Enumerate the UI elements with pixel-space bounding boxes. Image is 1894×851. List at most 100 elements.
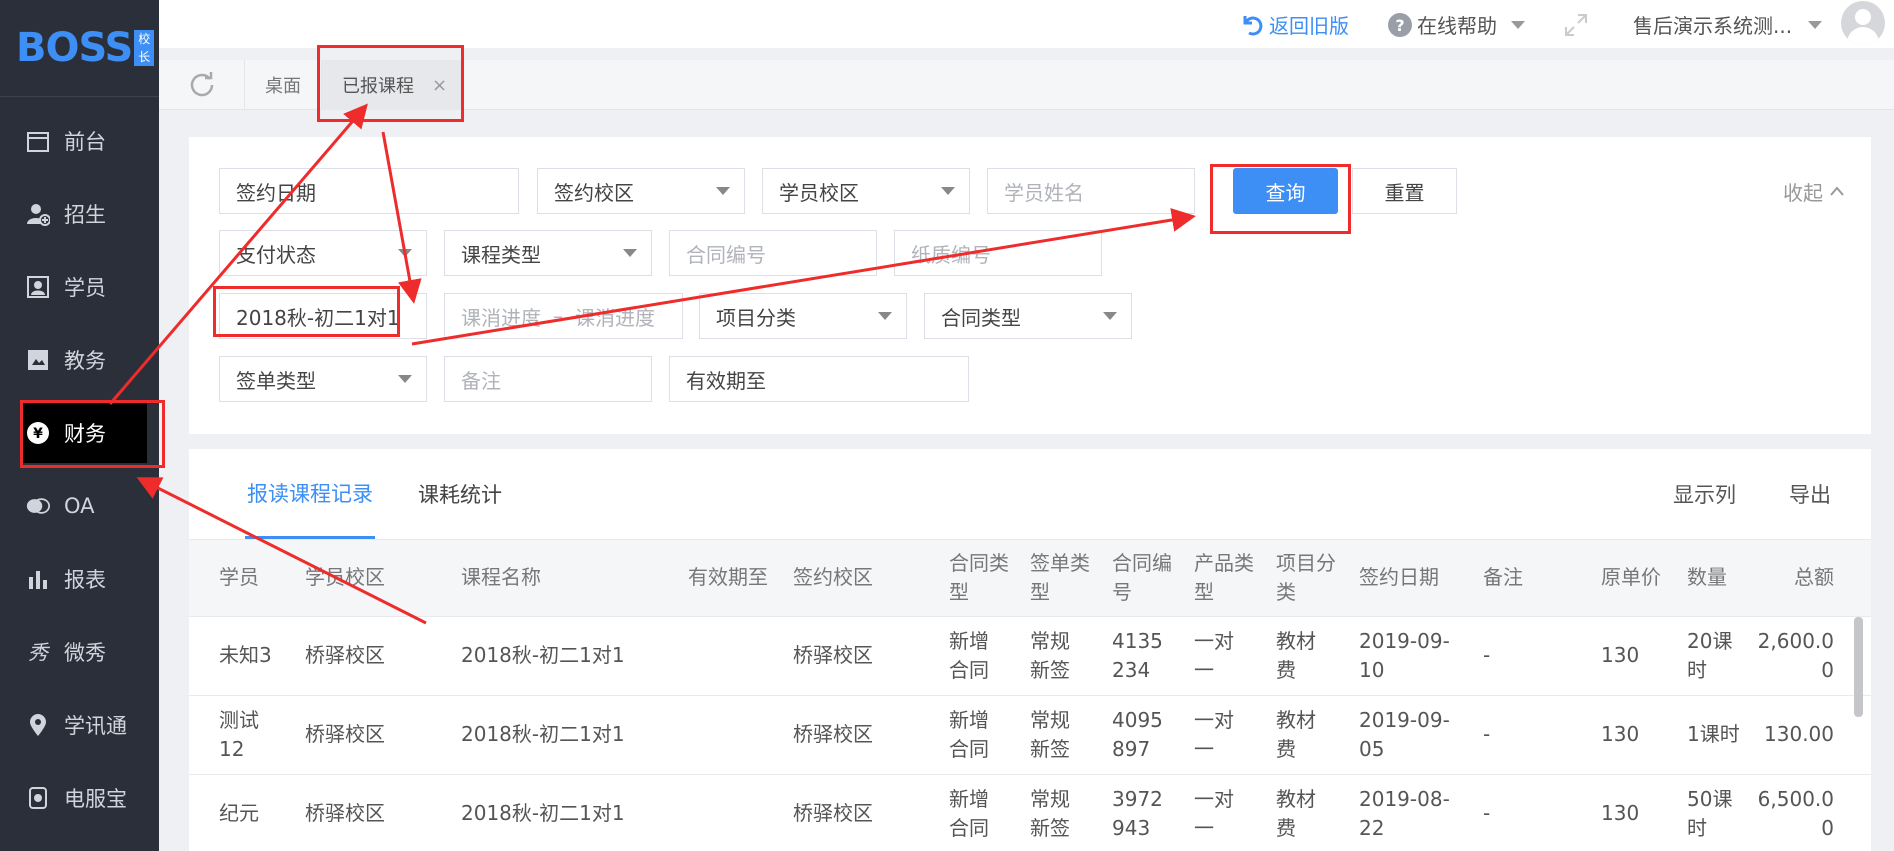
course-type-label: 课程类型	[461, 242, 541, 267]
sign-campus-select[interactable]: 签约校区	[537, 168, 745, 214]
account-menu[interactable]: 售后演示系统测...	[1633, 10, 1823, 39]
column-header[interactable]: 产品类 型	[1194, 549, 1264, 607]
table-cell: 常规 新签	[1030, 787, 1070, 840]
sign-date-picker[interactable]: 签约日期	[219, 168, 519, 214]
table-cell: -	[1483, 643, 1491, 667]
annotation-box-course-name	[213, 286, 400, 337]
table-row[interactable]: 测试 12 桥驿校区 2018秋-初二1对1 桥驿校区 新增 合同 常规 新签 4095 8…	[189, 696, 1871, 775]
filter-panel: 签约日期 签约校区 学员校区 学员姓名 查询 重置 收起 支付状态 课程类型 合…	[189, 137, 1871, 434]
sidebar-item-5[interactable]: OA	[0, 476, 159, 536]
student-campus-select[interactable]: 学员校区	[762, 168, 970, 214]
export-button[interactable]: 导出	[1789, 449, 1831, 539]
column-header[interactable]: 数量	[1687, 563, 1757, 592]
sidebar-item-7[interactable]: 秀微秀	[0, 622, 159, 682]
calendar-icon	[26, 129, 50, 153]
column-header[interactable]: 课程名称	[461, 563, 661, 592]
project-category-select[interactable]: 项目分类	[699, 293, 907, 339]
column-header[interactable]: 有效期至	[688, 563, 788, 592]
table-row[interactable]: 未知3 桥驿校区 2018秋-初二1对1 桥驿校区 新增 合同 常规 新签 4135 234…	[189, 617, 1871, 696]
xiu-icon: 秀	[26, 640, 50, 664]
table-cell: -	[1483, 722, 1491, 746]
valid-until-label: 有效期至	[686, 368, 766, 393]
chevron-down-icon	[1808, 20, 1823, 29]
fullscreen-button[interactable]	[1563, 12, 1589, 38]
table-cell: 桥驿校区	[305, 722, 385, 746]
bar-chart-icon	[26, 567, 50, 591]
course-type-select[interactable]: 课程类型	[444, 230, 652, 276]
app-logo[interactable]: BOSS 校长	[0, 0, 159, 97]
back-old-version-link[interactable]: 返回旧版	[1239, 10, 1349, 39]
paper-no-placeholder: 纸质编号	[911, 242, 991, 267]
table-cell: 2019-08- 22	[1359, 787, 1450, 840]
column-header[interactable]: 项目分 类	[1276, 549, 1346, 607]
column-header[interactable]: 签约校区	[793, 563, 923, 592]
table-cell: 一对 一	[1194, 708, 1234, 761]
table-cell: 130.00	[1764, 722, 1834, 746]
book-icon	[26, 348, 50, 372]
tab-desktop[interactable]: 桌面	[245, 60, 322, 110]
chevron-down-icon	[1511, 20, 1525, 29]
column-header[interactable]: 签单类 型	[1030, 549, 1100, 607]
table-cell: 20课 时	[1687, 629, 1733, 682]
location-icon	[26, 713, 50, 737]
table-cell: 新增 合同	[949, 708, 989, 761]
tab-consumption-stats[interactable]: 课耗统计	[418, 449, 502, 539]
top-bar: 返回旧版 ? 在线帮助 售后演示系统测...	[159, 0, 1894, 48]
column-header[interactable]: 学员	[219, 563, 289, 592]
paper-no-input[interactable]: 纸质编号	[894, 230, 1102, 276]
annotation-box-query	[1210, 164, 1351, 234]
chevron-down-icon	[878, 312, 892, 320]
sidebar-item-1[interactable]: 招生	[0, 184, 159, 244]
table-row[interactable]: 纪元 桥驿校区 2018秋-初二1对1 桥驿校区 新增 合同 常规 新签 3972 943 一…	[189, 775, 1871, 851]
student-name-input[interactable]: 学员姓名	[987, 168, 1195, 214]
tab-enrollment-records[interactable]: 报读课程记录	[245, 449, 375, 539]
contract-no-placeholder: 合同编号	[686, 242, 766, 267]
sign-date-label: 签约日期	[236, 180, 316, 205]
sidebar-item-8[interactable]: 学讯通	[0, 695, 159, 755]
column-header[interactable]: 签约日期	[1359, 563, 1479, 592]
sign-type-select[interactable]: 签单类型	[219, 356, 427, 402]
remark-input[interactable]: 备注	[444, 356, 652, 402]
sidebar-item-0[interactable]: 前台	[0, 111, 159, 171]
pay-status-select[interactable]: 支付状态	[219, 230, 427, 276]
sign-campus-label: 签约校区	[554, 180, 634, 205]
column-header[interactable]: 原单价	[1601, 563, 1661, 592]
undo-icon	[1243, 15, 1263, 35]
table-cell: 桥驿校区	[793, 801, 873, 825]
table-cell: 3972 943	[1112, 787, 1163, 840]
column-header[interactable]: 备注	[1483, 563, 1543, 592]
reset-label: 重置	[1384, 180, 1425, 205]
phone-icon	[26, 786, 50, 810]
progress-range-input[interactable]: 课消进度 – 课消进度	[444, 293, 683, 339]
reset-button[interactable]: 重置	[1352, 168, 1457, 214]
avatar[interactable]	[1841, 1, 1885, 45]
sidebar-item-3[interactable]: 教务	[0, 330, 159, 390]
tab-enrollment-records-label: 报读课程记录	[247, 481, 373, 506]
sidebar-item-9[interactable]: 电服宝	[0, 768, 159, 828]
table-cell: 2,600.0 0	[1757, 629, 1834, 682]
vertical-scrollbar[interactable]	[1854, 617, 1863, 717]
contract-no-input[interactable]: 合同编号	[669, 230, 877, 276]
table-cell: 常规 新签	[1030, 629, 1070, 682]
column-header[interactable]: 合同类 型	[949, 549, 1019, 607]
online-help-menu[interactable]: ? 在线帮助	[1387, 10, 1525, 39]
sign-type-label: 签单类型	[236, 368, 316, 393]
show-columns-label: 显示列	[1673, 483, 1736, 507]
contract-type-select[interactable]: 合同类型	[924, 293, 1132, 339]
sidebar-item-2[interactable]: 学员	[0, 257, 159, 317]
sidebar-item-6[interactable]: 报表	[0, 549, 159, 609]
collapse-toggle[interactable]: 收起	[1774, 168, 1854, 214]
column-header[interactable]: 合同编 号	[1112, 549, 1182, 607]
table-cell: 测试 12	[219, 708, 259, 761]
chevron-up-icon	[1830, 186, 1844, 196]
chevron-down-icon	[1103, 312, 1117, 320]
refresh-button[interactable]	[159, 60, 245, 110]
column-header[interactable]: 总额	[1754, 563, 1834, 592]
table-cell: 1课时	[1687, 722, 1740, 746]
valid-until-picker[interactable]: 有效期至	[669, 356, 969, 402]
table-cell: 2018秋-初二1对1	[461, 722, 625, 746]
logo-text: BOSS	[16, 25, 133, 71]
column-header[interactable]: 学员校区	[305, 563, 425, 592]
refresh-icon	[190, 72, 213, 97]
show-columns-button[interactable]: 显示列	[1673, 449, 1736, 539]
